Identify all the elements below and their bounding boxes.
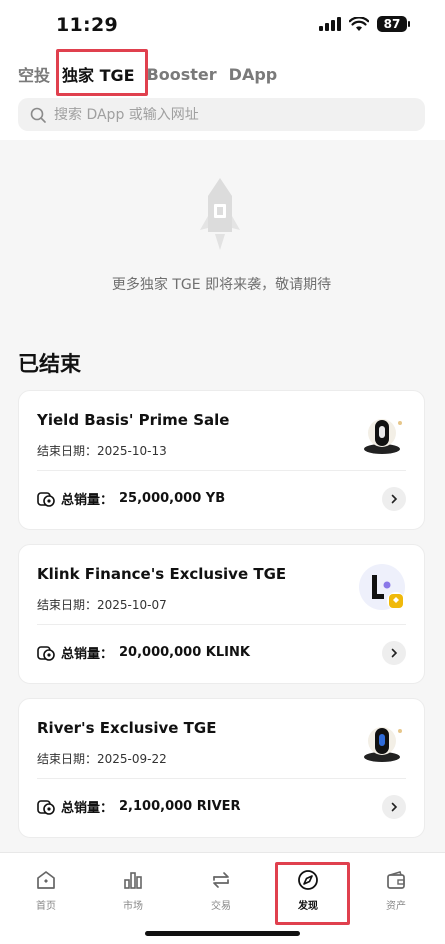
yb-token-logo xyxy=(364,419,402,454)
battery-indicator: 87 xyxy=(377,16,410,32)
chevron-right-button[interactable] xyxy=(382,795,406,819)
card-end-date: 结束日期：2025-09-22 xyxy=(37,752,167,766)
card-total-sales: 总销量： 25,000,000 YB xyxy=(37,489,225,508)
river-token-logo xyxy=(364,727,402,762)
card-divider xyxy=(37,624,406,625)
chevron-right-icon xyxy=(391,494,398,504)
wifi-icon xyxy=(349,16,369,31)
coin-stack-icon xyxy=(37,646,55,661)
wallet-icon xyxy=(387,871,405,889)
search-input[interactable] xyxy=(54,106,394,123)
chevron-right-icon xyxy=(391,648,398,658)
active-nav-highlight xyxy=(275,862,350,925)
chevron-right-icon xyxy=(391,802,398,812)
nav-home[interactable]: 首页 xyxy=(16,869,76,912)
card-title: Klink Finance's Exclusive TGE xyxy=(37,565,287,583)
chevron-right-button[interactable] xyxy=(382,487,406,511)
coin-stack-icon xyxy=(37,800,55,815)
card-end-date: 结束日期：2025-10-13 xyxy=(37,444,167,458)
nav-trade[interactable]: 交易 xyxy=(191,869,251,912)
coin-stack-icon xyxy=(37,492,55,507)
rocket-icon xyxy=(200,178,240,250)
tge-card[interactable]: River's Exclusive TGE 结束日期：2025-09-22 总销… xyxy=(18,698,425,838)
search-icon xyxy=(30,107,46,123)
search-bar[interactable] xyxy=(18,98,425,131)
tab-booster[interactable]: Booster xyxy=(147,65,217,84)
empty-state-message: 更多独家 TGE 即将来袭，敬请期待 xyxy=(111,277,332,293)
home-icon xyxy=(37,871,55,889)
card-divider xyxy=(37,778,406,779)
status-icons: 87 xyxy=(319,16,410,32)
card-total-sales: 总销量： 2,100,000 RIVER xyxy=(37,797,241,816)
card-title: Yield Basis' Prime Sale xyxy=(37,411,230,429)
card-end-date: 结束日期：2025-10-07 xyxy=(37,598,167,612)
tab-dapp[interactable]: DApp xyxy=(229,65,278,84)
cellular-signal-icon xyxy=(319,17,341,31)
tge-card[interactable]: Klink Finance's Exclusive TGE 结束日期：2025-… xyxy=(18,544,425,684)
tge-card[interactable]: Yield Basis' Prime Sale 结束日期：2025-10-13 … xyxy=(18,390,425,530)
section-title-ended: 已结束 xyxy=(18,352,81,376)
trade-swap-icon xyxy=(213,872,229,888)
status-bar: 11:29 87 xyxy=(0,0,445,50)
market-chart-icon xyxy=(124,872,142,889)
status-time: 11:29 xyxy=(56,14,118,36)
nav-assets[interactable]: 资产 xyxy=(366,869,426,912)
tab-airdrop[interactable]: 空投 xyxy=(18,62,50,86)
card-title: River's Exclusive TGE xyxy=(37,719,217,737)
chevron-right-button[interactable] xyxy=(382,641,406,665)
active-tab-highlight xyxy=(56,49,148,96)
card-divider xyxy=(37,470,406,471)
card-total-sales: 总销量： 20,000,000 KLINK xyxy=(37,643,250,662)
empty-state: 更多独家 TGE 即将来袭，敬请期待 xyxy=(18,140,425,340)
home-indicator xyxy=(145,931,300,936)
klink-token-logo xyxy=(359,564,405,610)
nav-market[interactable]: 市场 xyxy=(103,869,163,912)
